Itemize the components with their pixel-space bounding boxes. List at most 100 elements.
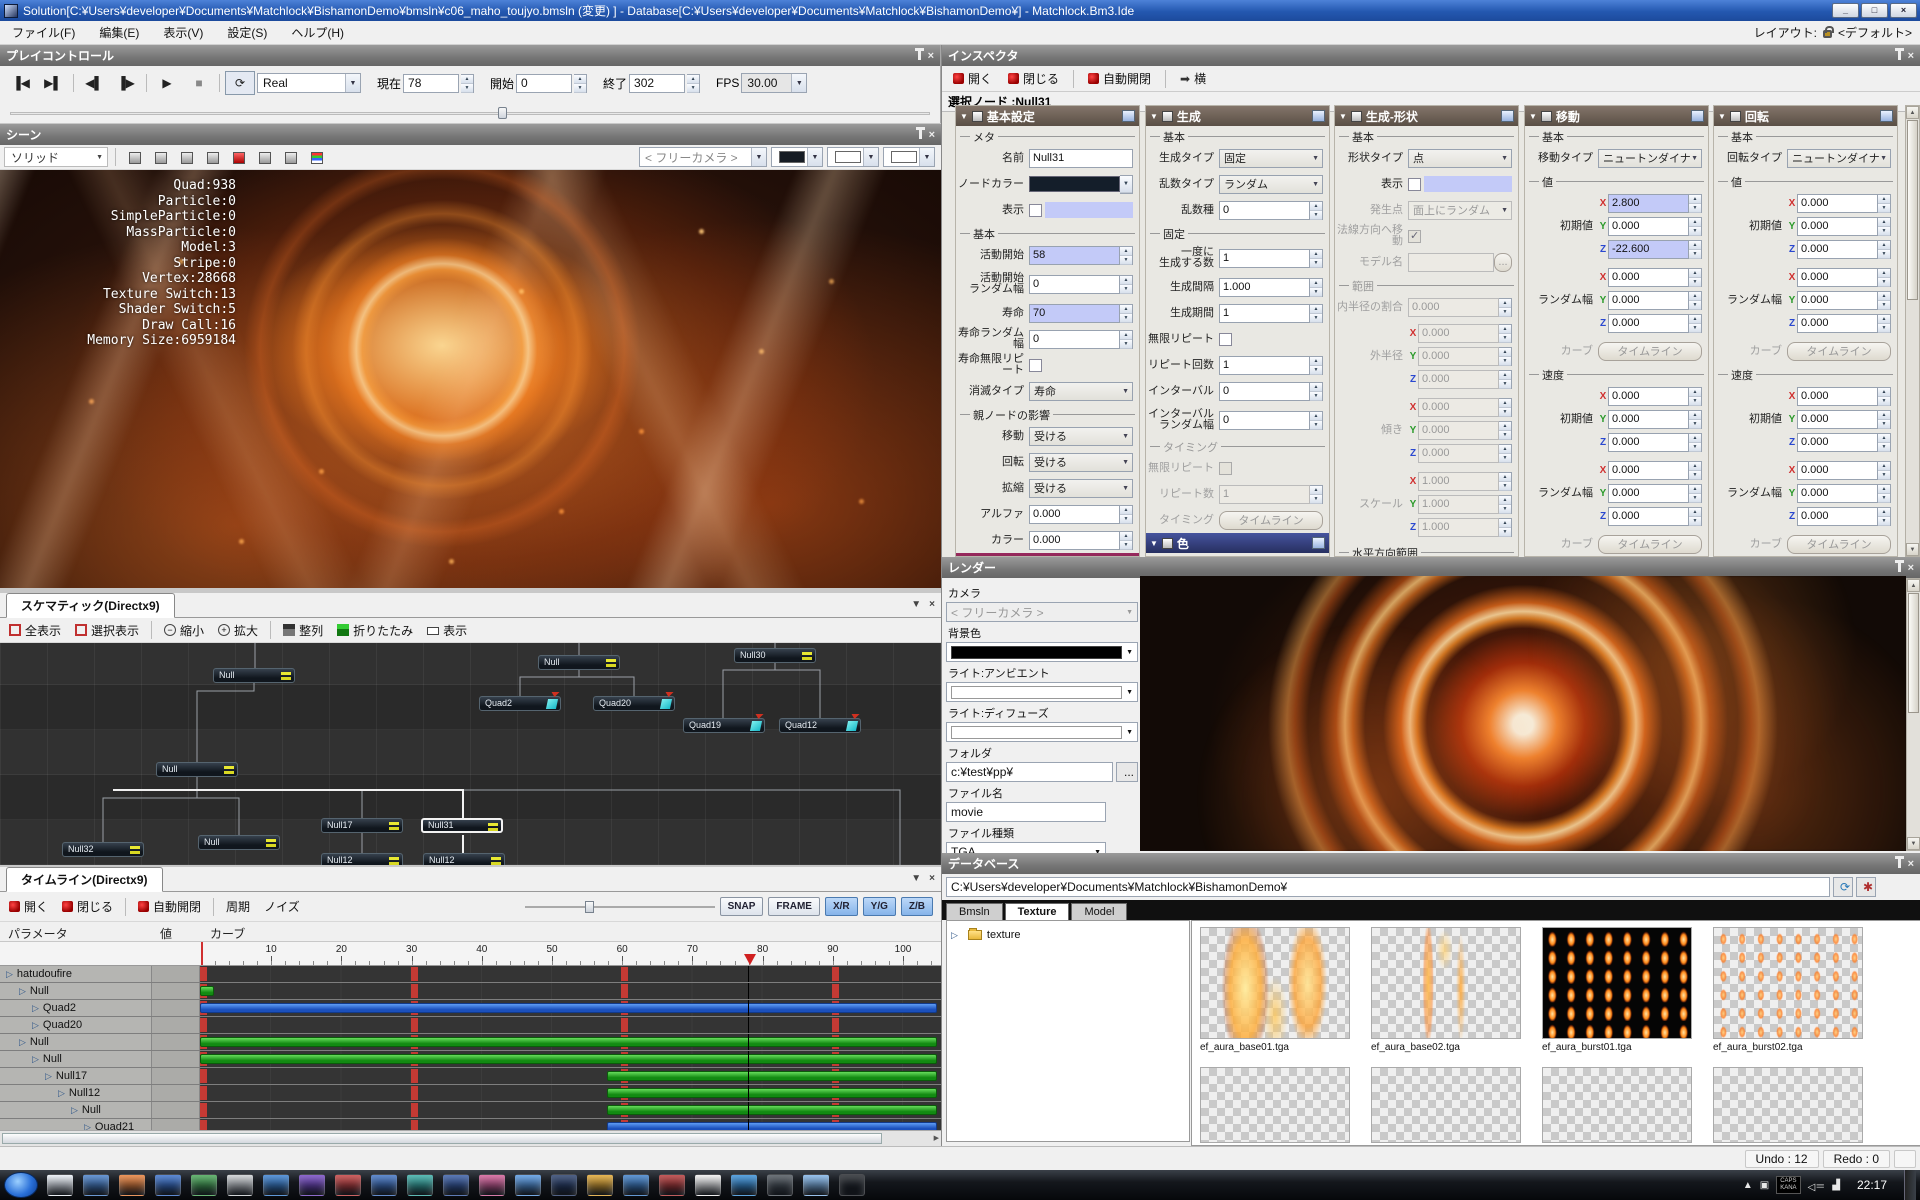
axis-input-z[interactable]: 0.000 xyxy=(1797,240,1878,259)
network-icon[interactable]: ▟ xyxy=(1832,1180,1840,1191)
keyframe-marker[interactable] xyxy=(200,1103,207,1117)
keyframe-marker[interactable] xyxy=(411,1103,418,1117)
ambient-color-select[interactable]: ▼ xyxy=(946,682,1138,702)
spinner[interactable]: ▲▼ xyxy=(1878,433,1891,452)
playhead-marker[interactable] xyxy=(744,954,756,965)
texture-thumbnail[interactable] xyxy=(1200,927,1350,1039)
keyframe-marker[interactable] xyxy=(621,967,628,981)
timeline-auto-button[interactable]: 自動開閉 xyxy=(133,896,206,917)
spinner[interactable]: ▲▼ xyxy=(1120,330,1133,349)
axis-input-z[interactable]: 0.000 xyxy=(1797,433,1878,452)
taskbar-icon-4[interactable] xyxy=(191,1174,217,1196)
timeline-tab[interactable]: タイムライン(Directx9) xyxy=(6,867,163,892)
timeline-row-track[interactable] xyxy=(200,1119,941,1130)
menu-item[interactable]: 表示(V) xyxy=(151,21,215,44)
expand-button[interactable] xyxy=(279,147,303,167)
keyframe-marker[interactable] xyxy=(411,1069,418,1083)
taskbar-icon-13[interactable] xyxy=(515,1174,541,1196)
taskbar-icon-10[interactable] xyxy=(407,1174,433,1196)
seek-bar[interactable] xyxy=(10,107,930,119)
axis-input-z[interactable]: -22.600 xyxy=(1608,240,1689,259)
schematic-node-Null[interactable]: Null xyxy=(538,655,620,670)
track-bar-blue[interactable] xyxy=(607,1122,937,1130)
dropdown[interactable]: 受ける▼ xyxy=(1029,479,1133,498)
schematic-show-button[interactable]: 表示 xyxy=(422,620,472,641)
keyframe-marker[interactable] xyxy=(411,967,418,981)
loop-button[interactable]: ⟳ xyxy=(225,71,255,95)
axis-input-x[interactable]: 2.800 xyxy=(1608,194,1689,213)
tree-expand-icon[interactable]: ▷ xyxy=(951,930,958,941)
scroll-right-arrow-icon[interactable]: ▶ xyxy=(934,1134,939,1142)
number-input[interactable]: 58 xyxy=(1029,246,1120,265)
folder-input[interactable]: c:¥test¥pp¥ xyxy=(946,762,1113,782)
close-panel-icon[interactable]: × xyxy=(1908,562,1914,574)
section-header-色[interactable]: ▼色 xyxy=(1146,533,1329,553)
camera-menu-button[interactable] xyxy=(253,147,277,167)
axis-input-x[interactable]: 0.000 xyxy=(1608,268,1689,287)
spinner[interactable]: ▲▼ xyxy=(1689,410,1702,429)
tree-expand-icon[interactable]: ▷ xyxy=(32,1003,39,1014)
spinner[interactable]: ▲▼ xyxy=(1689,507,1702,526)
timeline-row-track[interactable] xyxy=(200,966,941,982)
timeline-row-name[interactable]: ▷Null xyxy=(0,1051,152,1067)
render-vscrollbar[interactable]: ▲ ▼ xyxy=(1906,578,1920,851)
spinner[interactable]: ▲▼ xyxy=(1120,304,1133,323)
spinner[interactable]: ▲▼ xyxy=(1878,291,1891,310)
thumbnail-item[interactable] xyxy=(1542,1067,1692,1146)
axis-input-y[interactable]: 0.000 xyxy=(1608,410,1689,429)
database-path-input[interactable]: C:¥Users¥developer¥Documents¥Matchlock¥B… xyxy=(946,877,1830,897)
section-header-basic[interactable]: ▼基本設定 xyxy=(956,106,1139,126)
timeline-row-name[interactable]: ▷Null xyxy=(0,1102,152,1118)
start-frame-input[interactable]: 0 xyxy=(516,74,572,93)
section-header-generate[interactable]: ▼生成 xyxy=(1146,106,1329,126)
spinner[interactable]: ▲▼ xyxy=(1878,240,1891,259)
taskbar-icon-14[interactable] xyxy=(551,1174,577,1196)
axis-input-y[interactable]: 0.000 xyxy=(1608,217,1689,236)
tree-expand-icon[interactable]: ▷ xyxy=(58,1088,65,1099)
menu-item[interactable]: 編集(E) xyxy=(87,21,151,44)
section-header-move[interactable]: ▼移動 xyxy=(1525,106,1708,126)
spinner[interactable]: ▲▼ xyxy=(1878,484,1891,503)
texture-thumbnail[interactable] xyxy=(1371,1067,1521,1143)
browse-button[interactable]: ... xyxy=(1116,762,1138,782)
spinner[interactable]: ▲▼ xyxy=(1310,304,1323,323)
slider-handle[interactable] xyxy=(585,901,594,913)
spinner[interactable]: ▲▼ xyxy=(1689,268,1702,287)
tree-expand-icon[interactable]: ▷ xyxy=(6,969,13,980)
keyframe-marker[interactable] xyxy=(411,984,418,998)
axis-input-z[interactable]: 0.000 xyxy=(1608,507,1689,526)
tree-expand-icon[interactable]: ▷ xyxy=(45,1071,52,1082)
axis-input-y[interactable]: 0.000 xyxy=(1797,217,1878,236)
spinner[interactable]: ▲▼ xyxy=(1310,382,1323,401)
taskbar-icon-16[interactable] xyxy=(623,1174,649,1196)
keyframe-marker[interactable] xyxy=(621,984,628,998)
color-grid-button[interactable] xyxy=(305,147,329,167)
axis-input-x[interactable]: 0.000 xyxy=(1797,387,1878,406)
schematic-zoom-in-button[interactable]: +拡大 xyxy=(213,620,263,641)
thumbnail-item[interactable]: ef_aura_base01.tga xyxy=(1200,927,1350,1059)
taskbar-icon-19[interactable] xyxy=(731,1174,757,1196)
taskbar-icon-17[interactable] xyxy=(659,1174,685,1196)
schematic-canvas[interactable]: NullNullNull30Quad2Quad20Quad19Quad12Nul… xyxy=(0,643,941,865)
go-end-button[interactable]: ▶▌ xyxy=(38,71,68,95)
reload-icon[interactable]: ✱ xyxy=(1856,877,1876,897)
inspector-close-button[interactable]: 閉じる xyxy=(1003,68,1064,89)
pin-icon[interactable] xyxy=(1898,859,1901,868)
number-input[interactable]: 0 xyxy=(1029,275,1120,294)
thumbnail-item[interactable] xyxy=(1713,1067,1863,1146)
database-tab-model[interactable]: Model xyxy=(1071,903,1127,920)
thumbnail-item[interactable] xyxy=(1371,1067,1521,1146)
end-frame-spinner[interactable]: ▲▼ xyxy=(687,74,700,93)
spinner[interactable]: ▲▼ xyxy=(1120,505,1133,524)
ground-button[interactable] xyxy=(149,147,173,167)
scene-color-select-0[interactable]: ▼ xyxy=(771,147,823,167)
start-frame-spinner[interactable]: ▲▼ xyxy=(574,74,587,93)
section-page-icon[interactable] xyxy=(1122,110,1135,122)
bg-color-select[interactable]: ▼ xyxy=(946,642,1138,662)
schematic-tab[interactable]: スケマティック(Directx9) xyxy=(6,593,175,618)
number-input[interactable]: 70 xyxy=(1029,304,1120,323)
play-mode-select[interactable]: Real▼ xyxy=(257,73,361,93)
taskbar-icon-8[interactable] xyxy=(335,1174,361,1196)
timeline-row-track[interactable] xyxy=(200,1017,941,1033)
timeline-row-track[interactable] xyxy=(200,1051,941,1067)
